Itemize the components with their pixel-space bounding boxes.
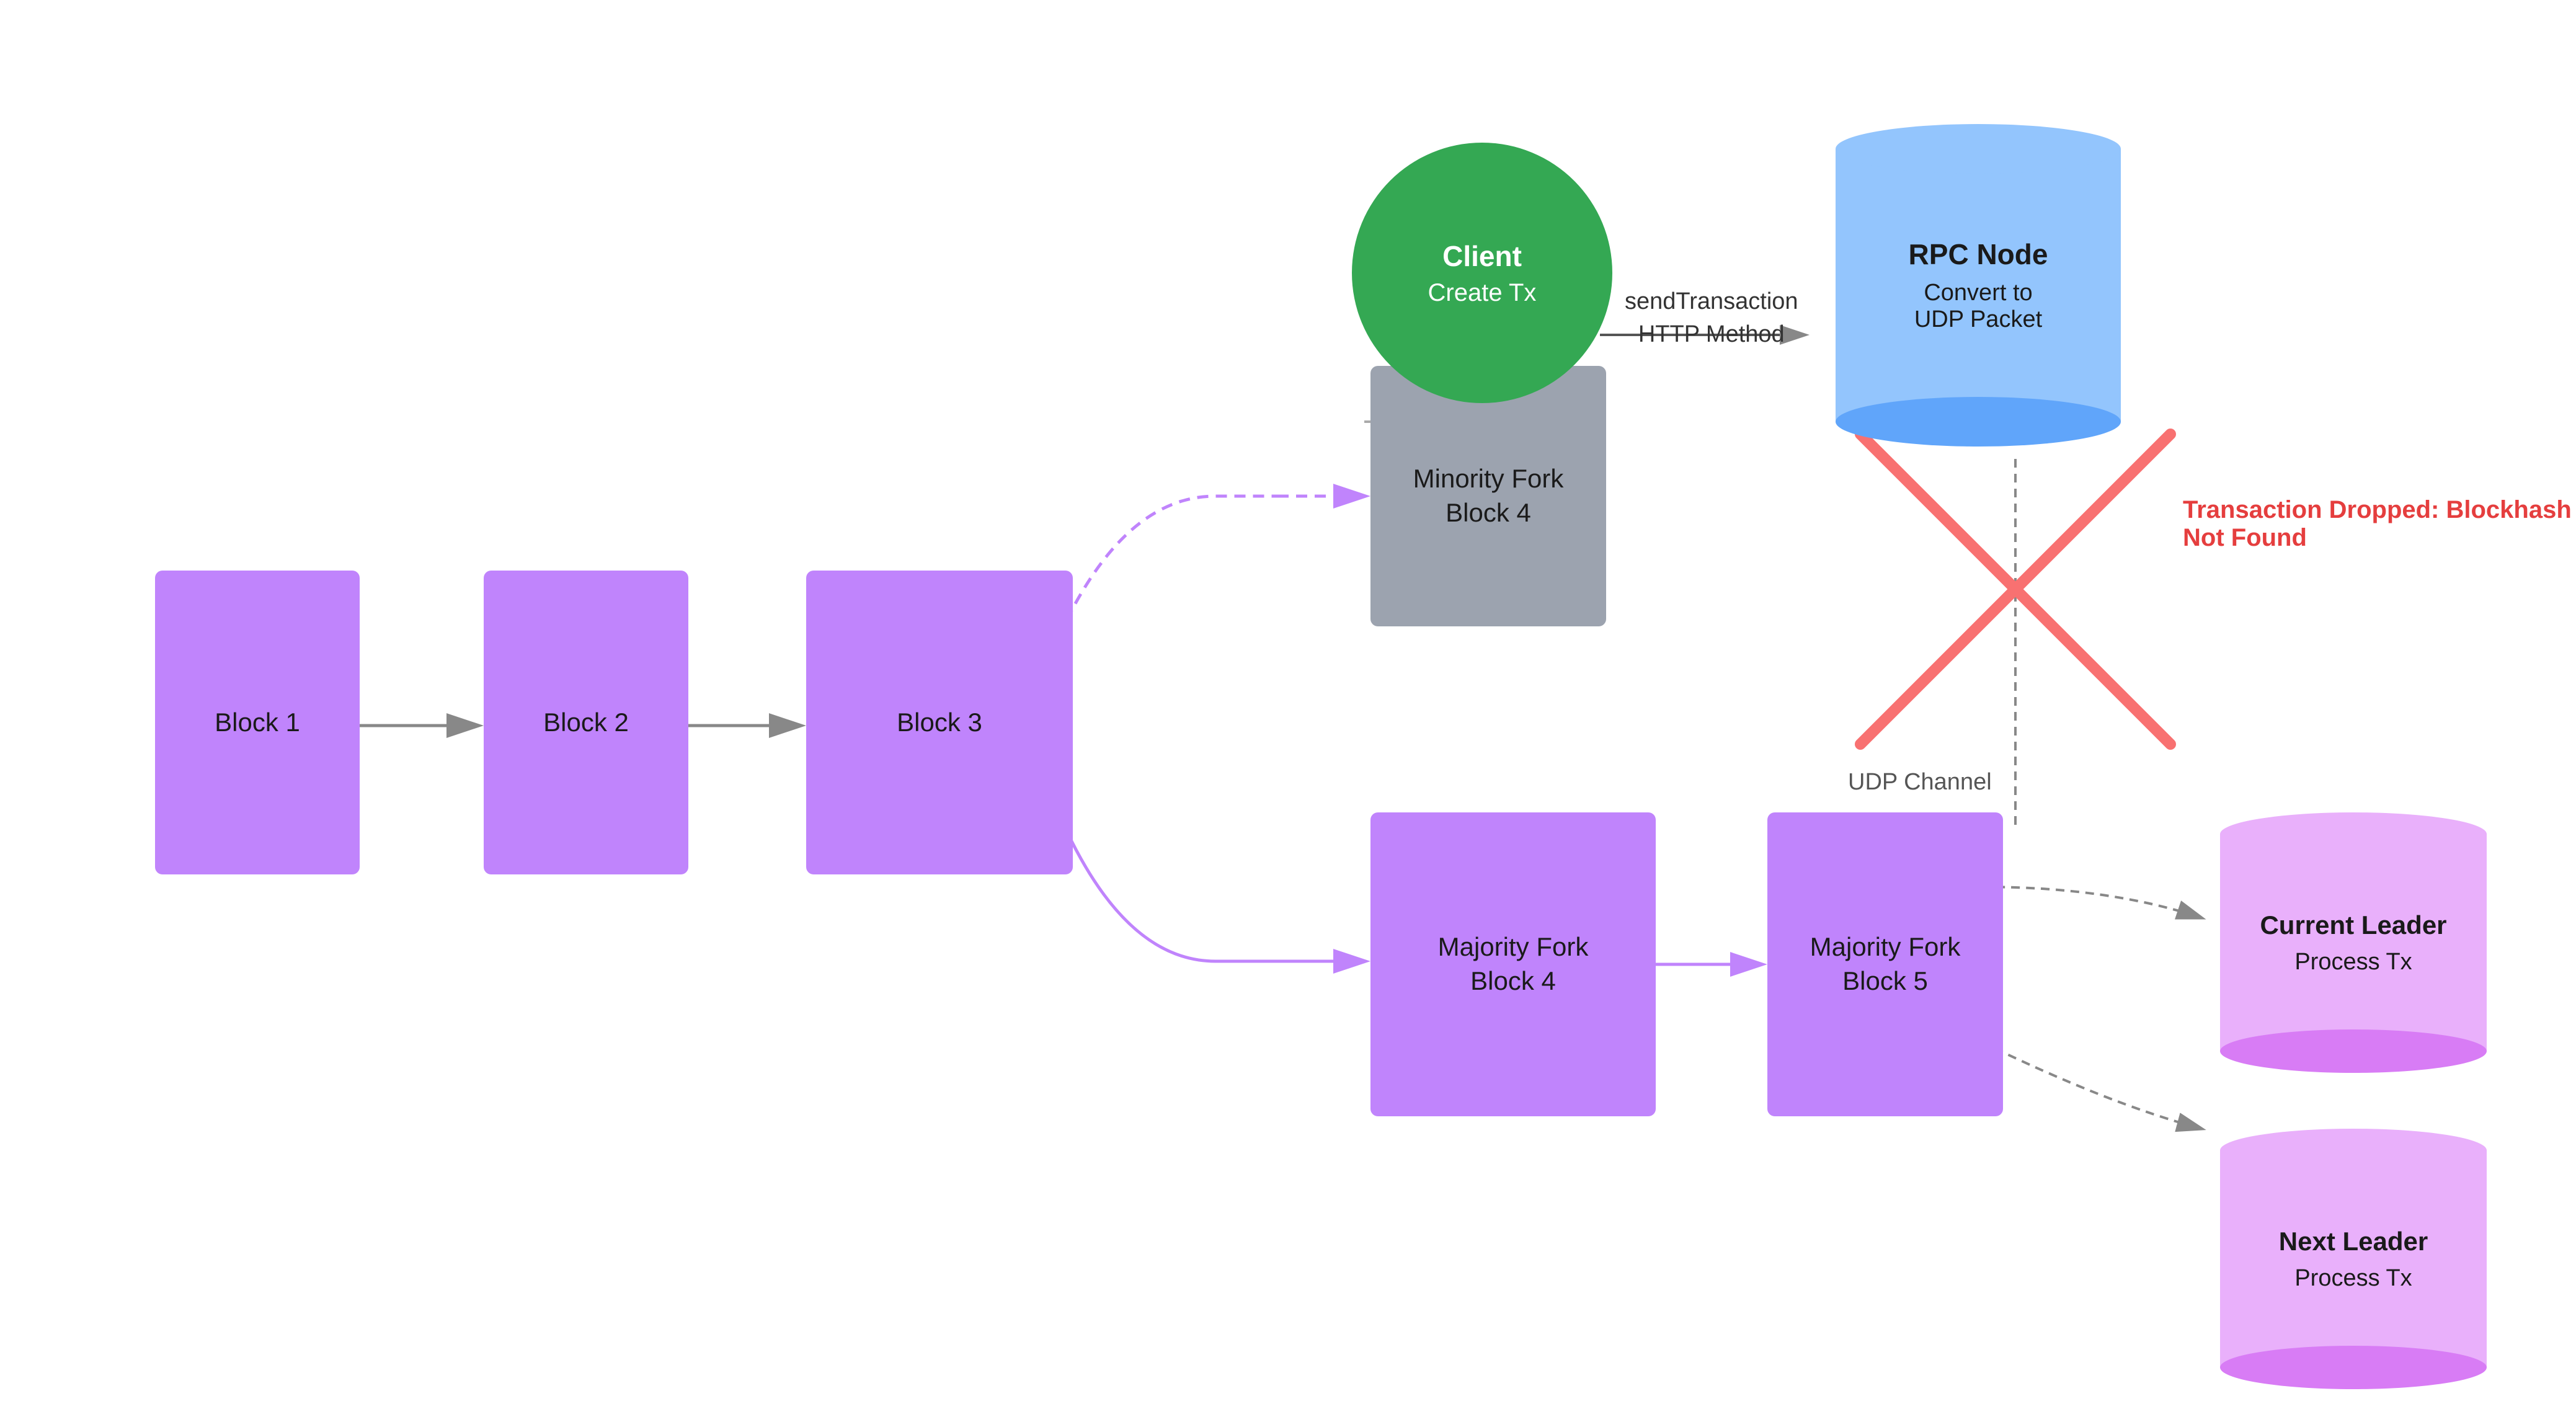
client-title: Client: [1442, 239, 1522, 273]
majority-fork-block-5: Majority Fork Block 5: [1767, 812, 2003, 1116]
rpc-node-cylinder: RPC Node Convert to UDP Packet: [1836, 124, 2121, 447]
majority-fork-block-4: Majority Fork Block 4: [1370, 812, 1656, 1116]
next-leader-cylinder: Next Leader Process Tx: [2220, 1129, 2487, 1389]
client-subtitle: Create Tx: [1428, 279, 1537, 307]
block-2-label: Block 2: [543, 706, 629, 740]
send-transaction-label: sendTransaction HTTP Method: [1625, 285, 1798, 351]
tx-dropped-label: Transaction Dropped: Blockhash Not Found: [2183, 496, 2576, 552]
majority-fork-block-5-label: Majority Fork Block 5: [1810, 930, 1961, 998]
block-1-label: Block 1: [215, 706, 300, 740]
block-3: Block 3: [806, 571, 1073, 874]
minority-fork-block-4-label: Minority Fork Block 4: [1413, 462, 1564, 530]
block-3-label: Block 3: [897, 706, 982, 740]
diagram-container: Block 1 Block 2 Block 3 Minority Fork Bl…: [0, 0, 2576, 1409]
udp-channel-label: UDP Channel: [1848, 769, 1992, 796]
block-1: Block 1: [155, 571, 360, 874]
next-leader-title: Next Leader: [2279, 1227, 2428, 1256]
rpc-node-title: RPC Node: [1909, 238, 2048, 271]
current-leader-cylinder: Current Leader Process Tx: [2220, 812, 2487, 1073]
current-leader-subtitle: Process Tx: [2294, 949, 2412, 976]
majority-fork-block-4-label: Majority Fork Block 4: [1438, 930, 1589, 998]
rpc-node-subtitle: Convert to UDP Packet: [1914, 280, 2042, 333]
arrows-svg: [0, 0, 2576, 1409]
minority-fork-block-4: Minority Fork Block 4: [1370, 366, 1606, 626]
current-leader-title: Current Leader: [2260, 910, 2446, 940]
block-2: Block 2: [484, 571, 688, 874]
client-circle: Client Create Tx: [1352, 143, 1612, 403]
next-leader-subtitle: Process Tx: [2294, 1265, 2412, 1292]
